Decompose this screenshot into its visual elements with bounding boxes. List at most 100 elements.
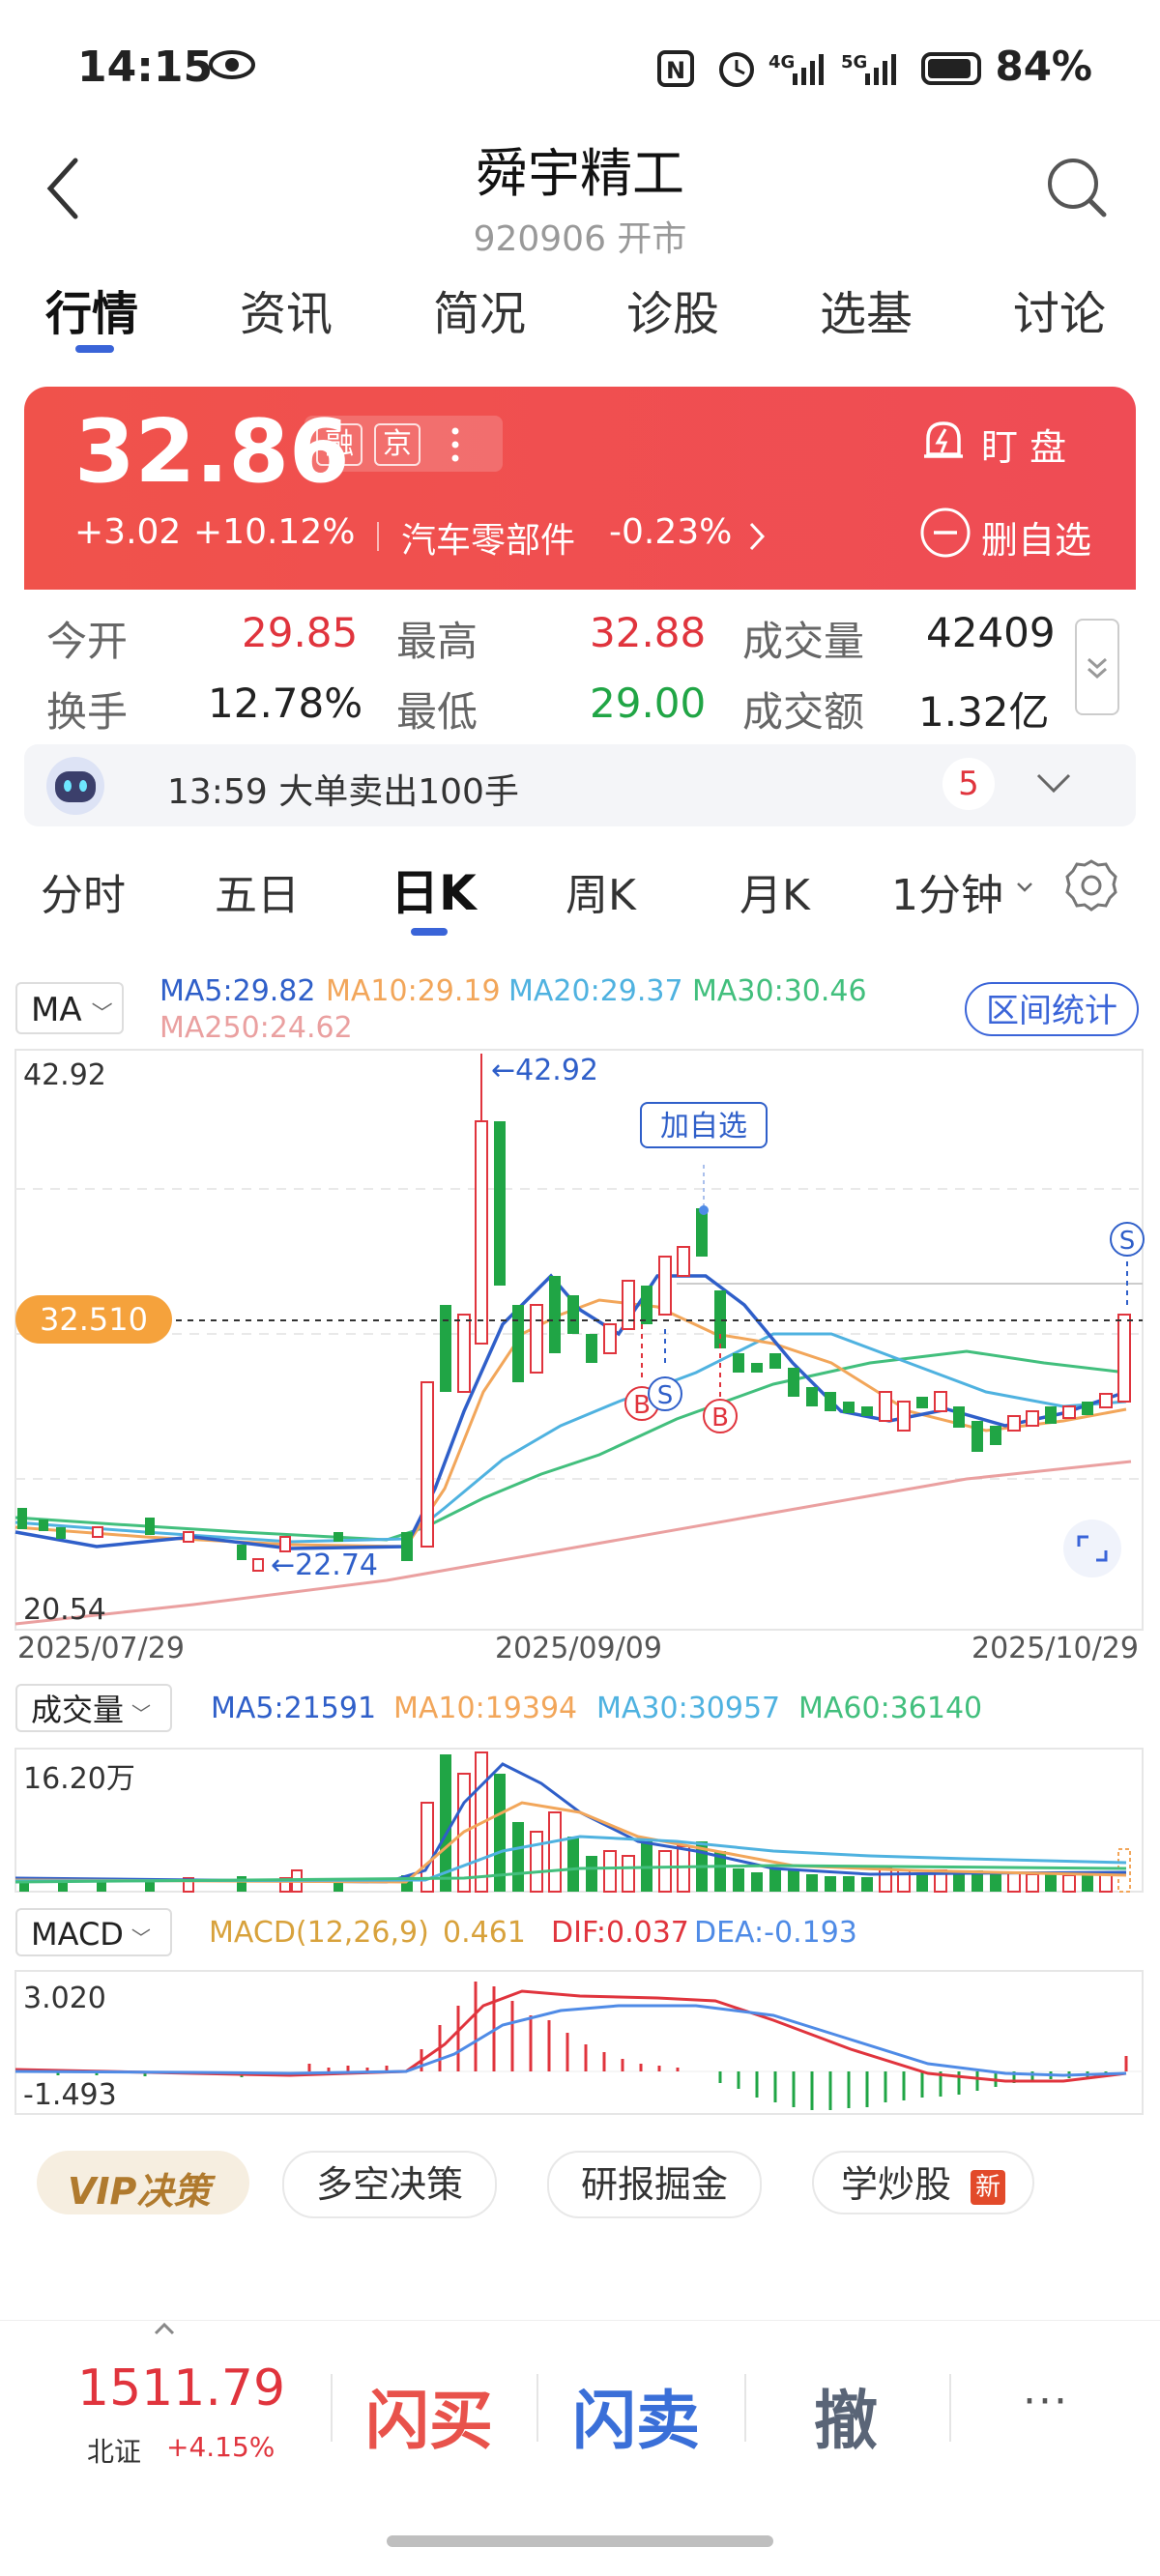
date-mid: 2025/09/09 <box>495 1632 662 1665</box>
alert-bar[interactable]: 13:59 大单卖出100手 5 <box>24 744 1136 826</box>
ma5-legend: MA5:29.82 <box>160 974 316 1008</box>
volume-select-label: 成交量 <box>31 1692 125 1728</box>
bottom-trade-bar: 1511.79 北证 +4.15% 闪买 闪卖 撤 ··· <box>0 2320 1160 2576</box>
macd-y-top: 3.020 <box>23 1982 106 2015</box>
new-badge: 新 <box>971 2169 1006 2205</box>
divider <box>536 2374 538 2442</box>
status-time: 14:15 <box>77 43 214 92</box>
vol-ma10-legend: MA10:19394 <box>393 1692 578 1725</box>
status-bar: 14:15 N 4G 5G 84% <box>0 0 1160 145</box>
gear-icon[interactable] <box>1061 855 1121 919</box>
tab-diagnosis[interactable]: 诊股 <box>626 275 719 343</box>
more-vertical-icon[interactable] <box>450 425 461 468</box>
macd-chart <box>14 1970 1144 2115</box>
indicator-select-label: MA <box>31 991 82 1029</box>
dea-value: DEA:-0.193 <box>694 1916 857 1950</box>
flash-buy-button[interactable]: 闪买 <box>365 2369 493 2462</box>
volume-label: 成交量 <box>742 618 865 665</box>
watch-button[interactable]: 盯 盘 <box>981 418 1066 471</box>
chevron-down-small-icon[interactable] <box>1015 880 1034 898</box>
home-indicator[interactable] <box>387 2535 773 2547</box>
tab-quote[interactable]: 行情 <box>45 275 138 343</box>
alert-bell-icon[interactable] <box>918 416 969 470</box>
cancel-order-button[interactable]: 撤 <box>814 2369 878 2462</box>
eye-icon <box>208 48 256 85</box>
chevron-down-icon[interactable] <box>1034 771 1073 800</box>
vol-ma5-legend: MA5:21591 <box>211 1692 377 1725</box>
index-name: 北证 <box>87 2436 142 2468</box>
robot-avatar-icon <box>44 754 107 822</box>
ma20-legend: MA20:29.37 <box>508 974 683 1008</box>
vol-ma60-legend: MA60:36140 <box>798 1692 983 1725</box>
stats-grid: 今开 29.85 最高 32.88 成交量 42409 换手 12.78% 最低… <box>0 604 1160 749</box>
remove-fav-button[interactable]: 删自选 <box>981 510 1091 564</box>
macd-y-bottom: -1.493 <box>23 2078 117 2112</box>
page-title: 舜宇精工 <box>476 143 684 204</box>
tab-five-day[interactable]: 五日 <box>215 860 300 922</box>
main-tabs: 行情 资讯 简况 诊股 选基 讨论 <box>0 275 1160 362</box>
remove-fav-icon[interactable] <box>918 506 972 564</box>
tab-daily-k[interactable]: 日K <box>391 854 477 924</box>
indicator-select[interactable]: MA ﹀ <box>15 982 124 1034</box>
tab-fund[interactable]: 选基 <box>820 275 913 343</box>
volume-select[interactable]: 成交量 ﹀ <box>15 1684 172 1732</box>
range-stat-button[interactable]: 区间统计 <box>965 982 1139 1036</box>
tab-monthly-k[interactable]: 月K <box>740 860 810 922</box>
chevron-right-icon[interactable] <box>747 520 767 557</box>
date-start: 2025/07/29 <box>17 1632 185 1665</box>
kline-chart[interactable]: S B S B <box>0 1044 1160 1643</box>
kline-y-top: 42.92 <box>23 1058 106 1092</box>
alert-text: 13:59 大单卖出100手 <box>167 772 519 812</box>
chart-tab-underline <box>411 928 448 936</box>
macd-params: MACD(12,26,9) <box>209 1916 429 1950</box>
vip-decision-label: VIP决策 <box>68 2170 211 2213</box>
candles <box>17 1054 1131 1572</box>
buy-marker-right: B <box>711 1404 729 1433</box>
tab-minute[interactable]: 1分钟 <box>891 860 1003 922</box>
volume-chart <box>14 1748 1144 1893</box>
high-value: 32.88 <box>590 609 707 656</box>
high-annotation: ←42.92 <box>491 1054 599 1087</box>
ma30-legend: MA30:30.46 <box>692 974 867 1008</box>
quote-card: 32.86 融 京 +3.02 +10.12% 汽车零部件 -0.23% 盯 盘… <box>24 387 1136 590</box>
search-icon[interactable] <box>1044 155 1112 226</box>
macd-select[interactable]: MACD ﹀ <box>15 1908 172 1956</box>
high-label: 最高 <box>396 618 478 665</box>
sector-name[interactable]: 汽车零部件 <box>401 512 575 563</box>
tab-profile[interactable]: 简况 <box>433 275 526 343</box>
sector-pct[interactable]: -0.23% <box>609 512 732 552</box>
sell-marker-right: S <box>1119 1227 1136 1256</box>
tab-intraday[interactable]: 分时 <box>41 860 126 922</box>
tab-news[interactable]: 资讯 <box>240 275 333 343</box>
index-value[interactable]: 1511.79 <box>77 2359 285 2417</box>
turnover-value: 12.78% <box>208 680 363 727</box>
bull-bear-button[interactable]: 多空决策 <box>282 2151 497 2218</box>
ma10-legend: MA10:29.19 <box>326 974 501 1008</box>
tab-discussion[interactable]: 讨论 <box>1013 275 1106 343</box>
flash-sell-button[interactable]: 闪卖 <box>572 2369 700 2462</box>
svg-text:N: N <box>666 57 685 84</box>
divider <box>377 522 379 551</box>
low-label: 最低 <box>396 688 478 736</box>
macd-select-label: MACD <box>31 1916 124 1953</box>
divider <box>331 2374 333 2442</box>
margin-tag: 融 <box>316 423 362 466</box>
date-end: 2025/10/29 <box>972 1632 1139 1665</box>
price-change-pct: +10.12% <box>193 512 356 552</box>
vip-decision-button[interactable]: VIP决策 <box>37 2151 249 2214</box>
tag-box: 融 京 <box>304 416 503 472</box>
price-change: +3.02 <box>74 512 182 552</box>
add-fav-tag[interactable]: 加自选 <box>640 1102 768 1148</box>
more-menu-button[interactable]: ··· <box>1023 2377 1069 2426</box>
volume-value: 42409 <box>926 609 1056 656</box>
caret-up-icon[interactable] <box>153 2321 176 2340</box>
dif-value: DIF:0.037 <box>551 1916 689 1950</box>
research-button[interactable]: 研报掘金 <box>547 2151 762 2218</box>
learn-trade-label: 学炒股 <box>841 2163 952 2206</box>
exchange-tag: 京 <box>374 423 420 466</box>
tab-weekly-k[interactable]: 周K <box>566 860 636 922</box>
svg-text:4G: 4G <box>768 52 795 72</box>
ma250-legend: MA250:24.62 <box>160 1011 353 1045</box>
learn-trade-button[interactable]: 学炒股 新 <box>812 2151 1034 2214</box>
expand-stats-button[interactable] <box>1075 619 1119 715</box>
